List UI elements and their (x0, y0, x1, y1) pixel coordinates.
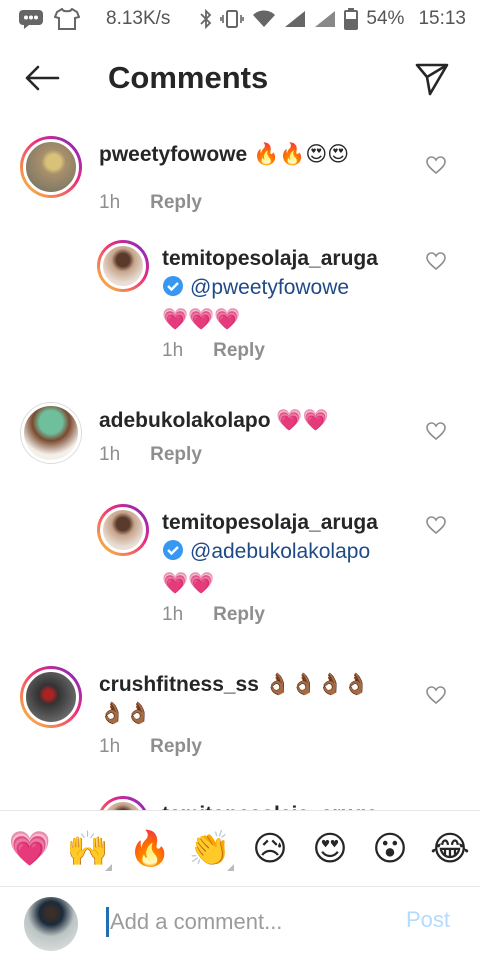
status-bar: 8.13K/s 54% 15:13 (0, 0, 480, 38)
comment-item: crushfitness_ss 👌🏾👌🏾👌🏾👌🏾 👌🏾👌🏾 1h Reply (0, 662, 480, 792)
comment-username[interactable]: pweetyfowowe (99, 143, 247, 166)
reply-button[interactable]: Reply (150, 736, 202, 758)
avatar[interactable] (97, 504, 149, 556)
heart-outline-icon (426, 516, 446, 535)
comment-time: 1h (162, 604, 184, 625)
back-button[interactable] (22, 62, 62, 94)
heart-outline-icon (426, 156, 446, 175)
bluetooth-icon (200, 9, 212, 29)
wifi-icon (252, 9, 276, 29)
comment-username[interactable]: temitopesolaja_aruga (162, 511, 378, 534)
comment-time: 1h (99, 736, 121, 757)
reaction-fire[interactable]: 🔥 (128, 827, 172, 871)
comment-username[interactable]: adebukolakolapo (99, 409, 271, 432)
comments-list: pweetyfowowe 🔥🔥😍😍 1h Reply temitopesolaj… (0, 120, 480, 810)
heart-outline-icon (426, 422, 446, 441)
reaction-clap[interactable]: 👏 (188, 827, 234, 871)
quick-reactions-bar: 💗 🙌 🔥 👏 😥 😍 😮 😂 (0, 810, 480, 886)
reply-item: temitopesolaja_aruga @adebukolakolapo 💗💗… (0, 504, 480, 644)
avatar[interactable] (20, 666, 82, 728)
reaction-surprised[interactable]: 😮 (368, 827, 412, 871)
comment-meta: 1h Reply (99, 736, 202, 758)
mention-link[interactable]: @adebukolakolapo (190, 540, 370, 563)
comment-username[interactable]: temitopesolaja_aruga (162, 247, 378, 270)
avatar[interactable] (20, 136, 82, 198)
comment-text: crushfitness_ss 👌🏾👌🏾👌🏾👌🏾 👌🏾👌🏾 (99, 670, 419, 728)
comment-text: adebukolakolapo 💗💗 (99, 406, 419, 435)
reaction-raised-hands[interactable]: 🙌 (66, 827, 112, 871)
signal-icon-2 (314, 10, 336, 28)
reply-item: temitopesolaja_aruga @pweetyfowowe 💗💗💗 1… (0, 240, 480, 380)
comment-body: 🔥🔥😍😍 (253, 142, 350, 166)
verified-badge-icon (162, 275, 184, 305)
comment-meta: 1h Reply (99, 192, 202, 214)
like-button[interactable] (426, 516, 450, 540)
vibrate-icon (220, 9, 245, 29)
reply-button[interactable]: Reply (213, 340, 265, 362)
signal-icon (284, 10, 306, 28)
page-title: Comments (108, 60, 269, 95)
comment-text: temitopesolaja_aruga (162, 800, 412, 810)
comment-text: temitopesolaja_aruga @adebukolakolapo 💗💗 (162, 508, 412, 598)
comment-meta: 1h Reply (99, 444, 202, 466)
comment-composer: Post (0, 886, 480, 960)
comment-body: 💗💗💗 (162, 307, 241, 331)
mention-link[interactable]: @pweetyfowowe (190, 276, 349, 299)
verified-badge-icon (162, 539, 184, 569)
comment-body: 👌🏾👌🏾👌🏾👌🏾 (264, 672, 370, 696)
reaction-heart-eyes[interactable]: 😍 (308, 827, 352, 871)
comment-text: pweetyfowowe 🔥🔥😍😍 (99, 140, 419, 169)
like-button[interactable] (426, 686, 450, 710)
like-button[interactable] (426, 422, 450, 446)
send-icon (415, 63, 449, 96)
avatar[interactable] (97, 796, 149, 810)
post-button[interactable]: Post (406, 907, 450, 933)
comment-text: temitopesolaja_aruga @pweetyfowowe 💗💗💗 (162, 244, 412, 334)
like-button[interactable] (426, 252, 450, 276)
share-button[interactable] (412, 60, 452, 98)
reply-button[interactable]: Reply (150, 444, 202, 466)
reaction-sad[interactable]: 😥 (248, 827, 292, 871)
reaction-laughing[interactable]: 😂 (428, 827, 472, 871)
comment-username[interactable]: temitopesolaja_aruga (162, 803, 378, 810)
header-bar: Comments (0, 44, 480, 114)
heart-outline-icon (426, 252, 446, 271)
heart-outline-icon (426, 686, 446, 705)
battery-icon (344, 8, 359, 30)
chat-bubble-icon (18, 9, 44, 29)
tshirt-icon (54, 8, 80, 30)
comment-username[interactable]: crushfitness_ss (99, 673, 259, 696)
like-button[interactable] (426, 156, 450, 180)
comment-item: adebukolakolapo 💗💗 1h Reply (0, 398, 480, 498)
comment-meta: 1h Reply (162, 340, 265, 362)
comment-time: 1h (99, 192, 121, 213)
network-speed: 8.13K/s (106, 8, 171, 29)
reaction-heart[interactable]: 💗 (8, 827, 52, 871)
avatar[interactable] (20, 402, 82, 464)
comment-body: 💗💗 (276, 408, 329, 432)
clock: 15:13 (418, 8, 466, 29)
back-arrow-icon (25, 65, 60, 91)
current-user-avatar (24, 897, 78, 951)
battery-level: 54% (366, 8, 405, 29)
comment-input[interactable] (110, 905, 390, 939)
comment-time: 1h (99, 444, 121, 465)
reply-button[interactable]: Reply (213, 604, 265, 626)
reply-item: temitopesolaja_aruga (0, 796, 480, 810)
comment-meta: 1h Reply (162, 604, 265, 626)
comment-time: 1h (162, 340, 184, 361)
comment-body: 💗💗 (162, 571, 215, 595)
text-cursor (106, 907, 109, 937)
reply-button[interactable]: Reply (150, 192, 202, 214)
comment-body-line2: 👌🏾👌🏾 (99, 701, 152, 725)
comment-item: pweetyfowowe 🔥🔥😍😍 1h Reply (0, 132, 480, 232)
avatar[interactable] (97, 240, 149, 292)
